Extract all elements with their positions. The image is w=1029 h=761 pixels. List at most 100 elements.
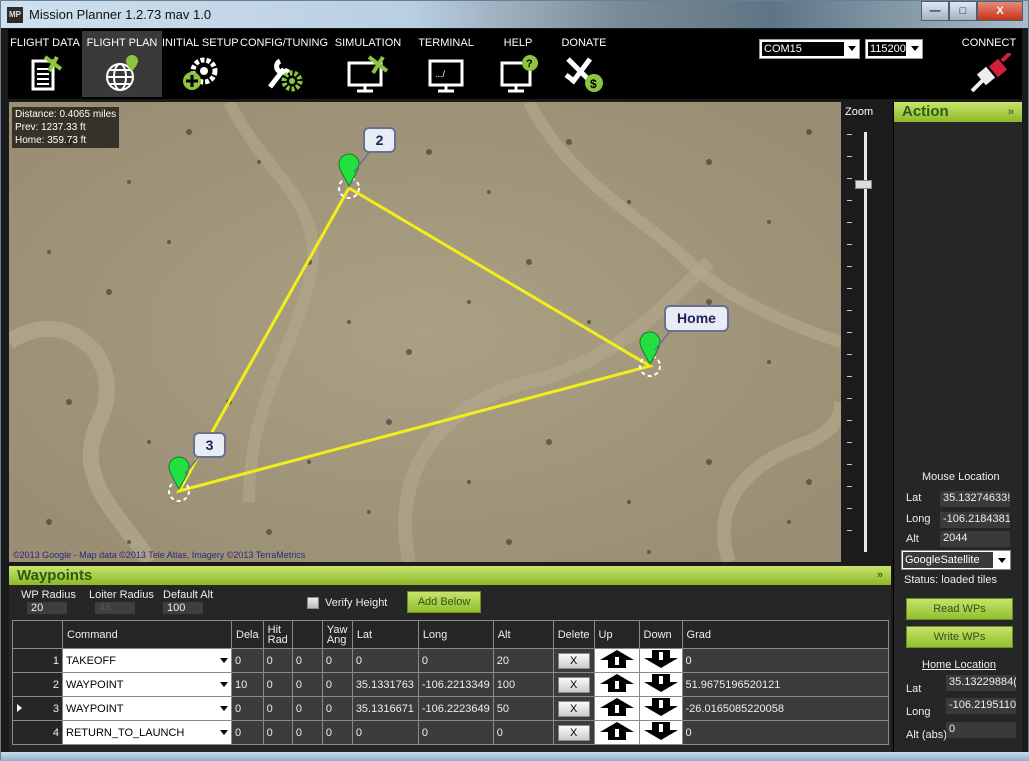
yaw-cell[interactable]: 0 (321, 720, 353, 745)
move-up-button[interactable] (593, 648, 640, 673)
close-button[interactable]: X (977, 1, 1023, 21)
read-wps-button[interactable]: Read WPs (906, 598, 1013, 620)
delay-cell[interactable]: 0 (231, 720, 264, 745)
long-cell[interactable]: 0 (417, 648, 494, 673)
column-header[interactable]: Command (62, 620, 232, 649)
column-header[interactable] (291, 620, 323, 649)
map-view[interactable]: 2 Home 3 Distance: 0.4065 miles Prev: 12… (9, 102, 841, 562)
command-select[interactable]: TAKEOFF (62, 648, 232, 673)
table-row[interactable]: 2 WAYPOINT 10 0 0 0 35.1331763 -106.2213349 100 X… (12, 672, 889, 697)
row-number[interactable]: 2 (12, 672, 63, 697)
delete-button[interactable]: X (557, 700, 590, 717)
hit-rad-cell[interactable]: 0 (262, 648, 293, 673)
alt-cell[interactable]: 20 (492, 648, 554, 673)
column-header[interactable]: Dela (231, 620, 264, 649)
connect-button[interactable]: CONNECT (956, 31, 1022, 97)
param3-cell[interactable]: 0 (291, 672, 323, 697)
delay-cell[interactable]: 10 (231, 672, 264, 697)
row-number[interactable]: 3 (12, 696, 63, 721)
yaw-cell[interactable]: 0 (321, 672, 353, 697)
table-row[interactable]: 1 TAKEOFF 0 0 0 0 0 0 20 X 0 (12, 648, 889, 673)
menu-flight-plan[interactable]: FLIGHT PLAN (82, 31, 162, 97)
home-long-field[interactable]: -106.2195110 (946, 698, 1016, 714)
alt-cell[interactable]: 50 (492, 696, 554, 721)
move-down-button[interactable] (638, 720, 683, 745)
lat-cell[interactable]: 35.1316671 (351, 696, 419, 721)
home-alt-field[interactable]: 0 (946, 722, 1016, 738)
column-header[interactable]: Down (638, 620, 683, 649)
param3-cell[interactable]: 0 (291, 720, 323, 745)
column-header[interactable]: Alt (492, 620, 554, 649)
waypoints-header[interactable]: Waypoints » (9, 566, 891, 585)
column-header[interactable]: Up (593, 620, 640, 649)
menu-help[interactable]: HELP ? (486, 31, 550, 97)
default-alt-input[interactable]: 100 (163, 602, 203, 614)
menu-config-tuning[interactable]: CONFIG/TUNING (238, 31, 330, 97)
table-row[interactable]: 3 WAYPOINT 0 0 0 0 35.1316671 -106.2223649 50 X -2… (12, 696, 889, 721)
lat-cell[interactable]: 35.1331763 (351, 672, 419, 697)
command-select[interactable]: WAYPOINT (62, 696, 232, 721)
zoom-slider-track[interactable] (864, 132, 867, 552)
row-number[interactable]: 4 (12, 720, 63, 745)
long-cell[interactable]: -106.2213349 (417, 672, 494, 697)
move-up-button[interactable] (593, 696, 640, 721)
initial-setup-gear-icon (183, 57, 218, 90)
move-down-button[interactable] (638, 672, 683, 697)
move-down-button[interactable] (638, 648, 683, 673)
hit-rad-cell[interactable]: 0 (262, 672, 293, 697)
menu-initial-setup[interactable]: INITIAL SETUP (162, 31, 239, 97)
home-location-link[interactable]: Home Location (922, 659, 996, 671)
collapse-chevron-icon[interactable]: » (1008, 102, 1014, 122)
move-up-button[interactable] (593, 672, 640, 697)
long-cell[interactable]: -106.2223649 (417, 696, 494, 721)
lat-cell[interactable]: 0 (351, 648, 419, 673)
column-header[interactable]: Delete (552, 620, 595, 649)
yaw-cell[interactable]: 0 (321, 696, 353, 721)
collapse-chevron-icon[interactable]: » (877, 566, 883, 585)
main-menu-bar: FLIGHT DATA FLIGHT PLAN INITIAL SETUP CO… (8, 29, 1022, 99)
move-up-button[interactable] (593, 720, 640, 745)
verify-height-checkbox[interactable] (307, 597, 319, 609)
move-down-button[interactable] (638, 696, 683, 721)
delay-cell[interactable]: 0 (231, 696, 264, 721)
wp-radius-input[interactable]: 20 (27, 602, 67, 614)
param3-cell[interactable]: 0 (291, 696, 323, 721)
column-header[interactable]: Lat (351, 620, 419, 649)
write-wps-button[interactable]: Write WPs (906, 626, 1013, 648)
chevron-down-icon (998, 558, 1006, 563)
hit-rad-cell[interactable]: 0 (262, 720, 293, 745)
table-row[interactable]: 4 RETURN_TO_LAUNCH 0 0 0 0 0 0 0 X 0 (12, 720, 889, 745)
column-header[interactable]: Hit Rad (262, 620, 293, 649)
alt-cell[interactable]: 100 (492, 672, 554, 697)
minimize-button[interactable]: — (921, 1, 949, 21)
command-select[interactable]: WAYPOINT (62, 672, 232, 697)
delete-button[interactable]: X (557, 652, 590, 669)
alt-cell[interactable]: 0 (492, 720, 554, 745)
delay-cell[interactable]: 0 (231, 648, 264, 673)
command-select[interactable]: RETURN_TO_LAUNCH (62, 720, 232, 745)
action-panel-header[interactable]: Action » (894, 102, 1022, 122)
delete-button[interactable]: X (557, 724, 590, 741)
param3-cell[interactable]: 0 (291, 648, 323, 673)
lat-cell[interactable]: 0 (351, 720, 419, 745)
yaw-cell[interactable]: 0 (321, 648, 353, 673)
home-lat-field[interactable]: 35.13229884( (946, 675, 1016, 691)
hit-rad-cell[interactable]: 0 (262, 696, 293, 721)
menu-donate[interactable]: DONATE $ (550, 31, 618, 97)
zoom-slider-thumb[interactable] (855, 180, 872, 189)
maximize-button[interactable]: □ (949, 1, 977, 21)
column-header[interactable]: Yaw Ang (321, 620, 353, 649)
column-header[interactable]: Grad (681, 620, 889, 649)
menu-terminal[interactable]: TERMINAL .../ (406, 31, 486, 97)
long-cell[interactable]: 0 (417, 720, 494, 745)
delete-button[interactable]: X (557, 676, 590, 693)
map-type-select[interactable]: GoogleSatellite (901, 550, 1011, 570)
add-below-button[interactable]: Add Below (407, 591, 481, 613)
zoom-tick (847, 508, 852, 509)
row-number[interactable]: 1 (12, 648, 63, 673)
baud-select[interactable]: 115200 (865, 39, 923, 59)
menu-simulation[interactable]: SIMULATION (330, 31, 406, 97)
column-header[interactable]: Long (417, 620, 494, 649)
port-select[interactable]: COM15 (759, 39, 860, 59)
menu-flight-data[interactable]: FLIGHT DATA (8, 31, 82, 97)
